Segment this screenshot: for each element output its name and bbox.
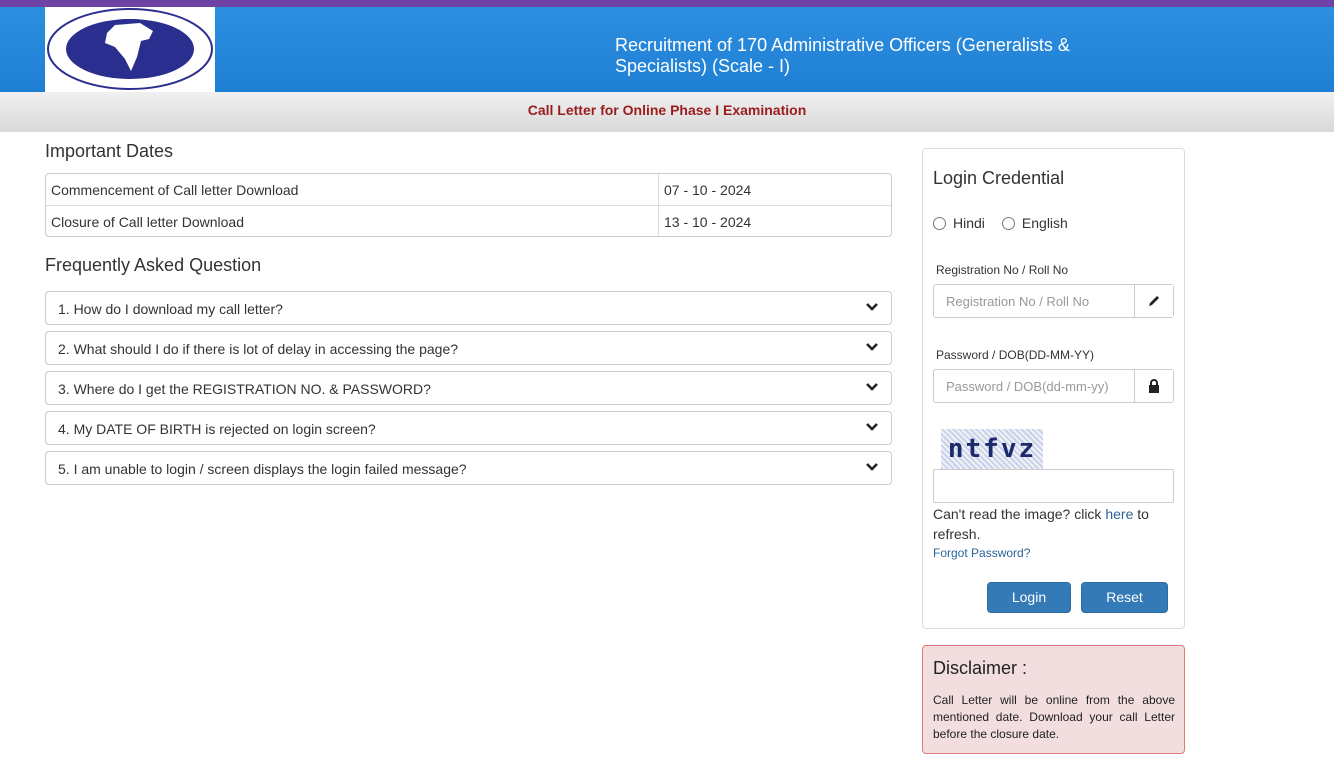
registration-label: Registration No / Roll No — [936, 263, 1069, 277]
pencil-icon — [1134, 285, 1173, 317]
radio-hindi[interactable] — [933, 216, 946, 230]
radio-hindi-label: Hindi — [953, 215, 985, 231]
page-header: Recruitment of 170 Administrative Office… — [0, 7, 1334, 92]
faq-question: 5. I am unable to login / screen display… — [58, 461, 467, 477]
reset-button[interactable]: Reset — [1081, 582, 1168, 613]
faq-question: 2. What should I do if there is lot of d… — [58, 341, 459, 357]
chevron-down-icon — [866, 463, 878, 471]
refresh-prefix: Can't read the image? click — [933, 506, 1106, 522]
captcha-image: ntfvz — [941, 429, 1043, 469]
radio-english-label: English — [1021, 215, 1068, 231]
captcha-refresh-text: Can't read the image? click here to refr… — [933, 504, 1178, 544]
disclaimer-box: Disclaimer : Call Letter will be online … — [922, 645, 1185, 754]
date-label: Closure of Call letter Download — [46, 206, 659, 236]
logo — [45, 7, 215, 92]
faq-item-4[interactable]: 4. My DATE OF BIRTH is rejected on login… — [45, 411, 892, 445]
top-accent-strip — [0, 0, 1334, 7]
chevron-down-icon — [866, 343, 878, 351]
faq-question: 4. My DATE OF BIRTH is rejected on login… — [58, 421, 376, 437]
faq-item-3[interactable]: 3. Where do I get the REGISTRATION NO. &… — [45, 371, 892, 405]
login-button[interactable]: Login — [987, 582, 1071, 613]
date-value: 07 - 10 - 2024 — [664, 182, 752, 198]
registration-input[interactable]: Registration No / Roll No — [934, 285, 1134, 317]
disclaimer-title: Disclaimer : — [933, 658, 1028, 678]
faq-question: 1. How do I download my call letter? — [58, 301, 283, 317]
chevron-down-icon — [866, 423, 878, 431]
faq-item-5[interactable]: 5. I am unable to login / screen display… — [45, 451, 892, 485]
radio-english[interactable] — [1001, 216, 1015, 230]
faq-title: Frequently Asked Question — [45, 255, 262, 275]
sub-header: Call Letter for Online Phase I Examinati… — [0, 92, 1334, 132]
table-row: Commencement of Call letter Download 07 … — [46, 174, 891, 205]
disclaimer-text: Call Letter will be online from the abov… — [933, 693, 1175, 741]
faq-question: 3. Where do I get the REGISTRATION NO. &… — [58, 381, 431, 397]
captcha-input[interactable] — [933, 469, 1174, 503]
password-field[interactable]: Password / DOB(dd-mm-yy) — [933, 369, 1174, 403]
important-dates-table: Commencement of Call letter Download 07 … — [45, 173, 892, 237]
forgot-password-link[interactable]: Forgot Password? — [933, 546, 1030, 560]
captcha-refresh-link[interactable]: here — [1105, 506, 1133, 522]
login-panel: Login Credential Hindi English Registrat… — [922, 148, 1185, 629]
date-value: 13 - 10 - 2024 — [664, 214, 752, 230]
date-label: Commencement of Call letter Download — [46, 174, 659, 205]
lock-icon — [1134, 370, 1173, 402]
chevron-down-icon — [866, 383, 878, 391]
call-letter-heading: Call Letter for Online Phase I Examinati… — [527, 102, 807, 118]
registration-field[interactable]: Registration No / Roll No — [933, 284, 1174, 318]
company-logo-icon — [47, 8, 213, 90]
faq-item-1[interactable]: 1. How do I download my call letter? — [45, 291, 892, 325]
login-title: Login Credential — [933, 168, 1065, 188]
important-dates-title: Important Dates — [45, 141, 174, 161]
language-selector: Hindi English — [933, 215, 1068, 231]
password-label: Password / DOB(DD-MM-YY) — [936, 348, 1095, 362]
recruitment-title: Recruitment of 170 Administrative Office… — [615, 35, 1070, 76]
faq-item-2[interactable]: 2. What should I do if there is lot of d… — [45, 331, 892, 365]
table-row: Closure of Call letter Download 13 - 10 … — [46, 205, 891, 236]
chevron-down-icon — [866, 303, 878, 311]
password-input[interactable]: Password / DOB(dd-mm-yy) — [934, 370, 1134, 402]
